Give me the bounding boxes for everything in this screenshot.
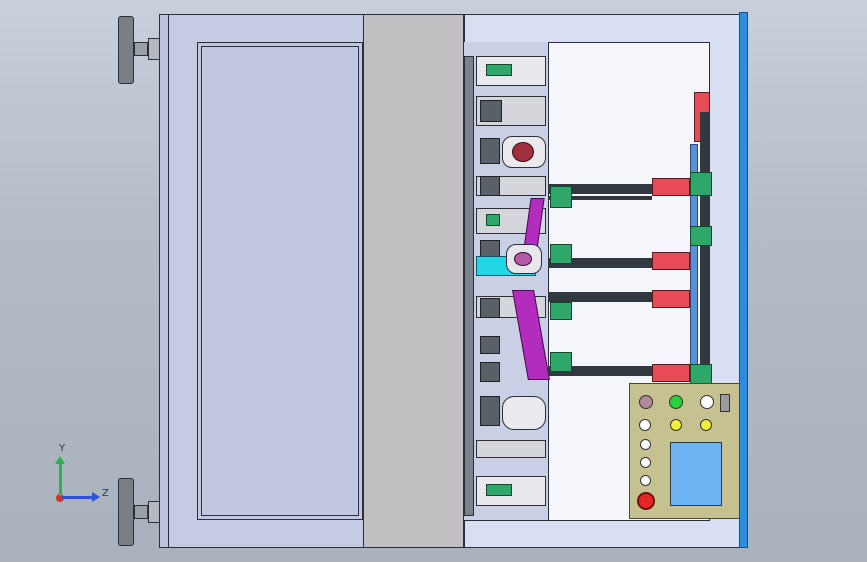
cad-viewport[interactable]: Y Z (0, 0, 867, 562)
triad-z-label: Z (102, 488, 109, 499)
work-area-bottom-rail (464, 520, 710, 521)
workpiece-1-core (512, 142, 534, 162)
frame-left-column (159, 14, 169, 548)
fixture-station-3-cylinder (480, 138, 500, 164)
rail-slider-1[interactable] (690, 172, 712, 196)
fixture-station-5-sensor (486, 214, 500, 226)
control-button-white-2[interactable] (639, 419, 651, 431)
control-button-green[interactable] (669, 395, 683, 409)
vertical-rail-back (700, 112, 710, 382)
leveling-foot-bottom-stem (134, 505, 148, 519)
control-screen[interactable] (670, 442, 722, 506)
actuator-arm-3 (548, 292, 652, 302)
actuator-arm-1-head (550, 186, 572, 208)
triad-y-arrow-icon (55, 456, 65, 464)
leveling-foot-bottom (118, 478, 134, 546)
fixture-station-9-cylinder (480, 362, 500, 382)
actuator-cylinder-2[interactable] (652, 252, 690, 270)
fixture-station-1-sensor (486, 64, 512, 76)
emergency-stop-button[interactable] (637, 492, 655, 510)
door-panel-inner (201, 46, 359, 516)
actuator-arm-3-head (550, 302, 572, 320)
control-button-white-5[interactable] (640, 475, 651, 486)
triad-y-axis (59, 462, 62, 496)
actuator-cylinder-3[interactable] (652, 290, 690, 308)
triad-y-label: Y (59, 443, 66, 454)
control-button-yellow-1[interactable] (670, 419, 682, 431)
fixture-station-12-sensor (486, 484, 512, 496)
fixture-station-8-cylinder (480, 336, 500, 354)
control-button-white-1[interactable] (700, 395, 714, 409)
triad-z-axis (62, 496, 94, 499)
control-button-white-4[interactable] (640, 457, 651, 468)
fixture-station-11[interactable] (476, 440, 546, 458)
actuator-cylinder-4[interactable] (652, 364, 690, 382)
triad-z-arrow-icon (92, 492, 100, 502)
fixture-station-4-cylinder (480, 176, 500, 196)
rail-slider-3[interactable] (690, 364, 712, 384)
rail-slider-2[interactable] (690, 226, 712, 246)
actuator-cylinder-1[interactable] (652, 178, 690, 196)
control-button-power[interactable] (639, 395, 653, 409)
control-button-white-3[interactable] (640, 439, 651, 450)
workpiece-2-core (514, 252, 532, 266)
fixture-station-2-cylinder (480, 100, 502, 122)
leveling-foot-top-stem (134, 42, 148, 56)
leveling-foot-top (118, 16, 134, 84)
fixture-column-rail (464, 56, 474, 516)
fixture-station-7-cylinder (480, 298, 500, 318)
workpiece-3[interactable] (502, 396, 546, 430)
right-stripe (739, 12, 748, 548)
center-plate[interactable] (363, 14, 464, 548)
control-button-yellow-2[interactable] (700, 419, 712, 431)
actuator-arm-4-head (550, 352, 572, 372)
actuator-arm-2-head (550, 244, 572, 264)
fixture-station-10-cylinder (480, 396, 500, 426)
control-switch[interactable] (720, 394, 730, 412)
